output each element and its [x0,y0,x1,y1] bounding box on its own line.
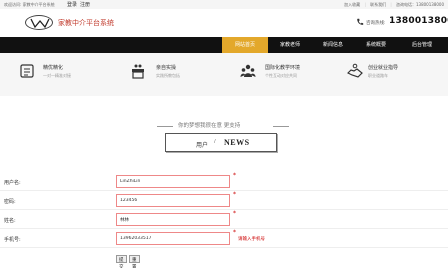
feature-item: 亲自实操 实践所教包括 [130,60,230,90]
section-title-box: 用户 / NEWS [165,133,277,152]
feature-title: 精优精化 [43,65,64,71]
reset-button[interactable]: 重置 [129,255,140,268]
section-title-en: NEWS [224,138,250,147]
nav-item-admin[interactable]: 后台管理 [398,37,446,53]
required-marker: * [233,229,236,236]
welcome-text: 欢迎访问: 家教中介平台系统 [4,2,55,7]
nav-item-overview[interactable]: 系统概要 [354,37,398,53]
required-marker: * [233,191,236,198]
feature-subtitle: 实践所教包括 [156,73,180,78]
register-link[interactable]: 注册 [80,2,90,8]
feature-title: 亲自实操 [156,65,177,71]
top-right-links: 加入收藏 | 联系我们 | 咨询电话：13800138000 [341,2,444,8]
nav-item-news[interactable]: 新闻信息 [312,37,354,53]
form-row-name: 姓名: * [0,210,448,229]
required-marker: * [233,172,236,179]
form-row-password: 密码: * [0,191,448,210]
slogan-divider-left [157,126,173,127]
username-label: 用户名: [4,180,21,186]
top-bar: 欢迎访问: 家教中介平台系统 登录 注册 加入收藏 | 联系我们 | 咨询电话：1… [0,0,448,9]
feature-item: 精优精化 一对一精准对接 [19,60,119,90]
phone-link[interactable]: 咨询电话：13800138000 [396,2,444,7]
handshake-icon [347,63,363,78]
divider: | [364,2,366,7]
feature-subtitle: 职业道路车 [368,73,388,78]
feature-subtitle: 个性互动对应共同 [265,73,297,78]
phone-icon [357,18,364,25]
document-icon [20,64,34,78]
phone-error-message: 请输入手机号 [238,237,265,242]
feature-strip: 精优精化 一对一精准对接 亲自实操 实践所教包括 国际化教学环境 个性互动对应共… [0,53,448,96]
site-header: 家教中介平台系统 咨询热线: 13800138000 [0,9,448,37]
name-label: 姓名: [4,218,16,224]
feature-item: 国际化教学环境 个性互动对应共同 [240,60,340,90]
form-row-phone: 手机号: * 请输入手机号 [0,229,448,248]
feature-subtitle: 一对一精准对接 [43,73,71,78]
feature-title: 创业就业指导 [368,65,399,71]
logo-icon [30,18,50,28]
people-group-icon [240,64,256,77]
feature-item: 创业就业指导 职业道路车 [347,60,447,90]
slogan-divider-right [273,126,289,127]
contact-link[interactable]: 联系我们 [370,2,386,7]
favorite-link[interactable]: 加入收藏 [344,2,360,7]
hotline-number: 13800138000 [389,16,448,26]
auth-links: 登录 注册 [67,1,93,8]
logo[interactable] [25,15,53,30]
nav-item-tutors[interactable]: 家教老师 [268,37,312,53]
phone-label: 手机号: [4,237,21,243]
divider: | [390,2,392,7]
submit-button[interactable]: 提交 [116,255,127,268]
main-nav: 网站首页 家教老师 新闻信息 系统概要 后台管理 [0,37,448,53]
feature-title: 国际化教学环境 [265,65,301,71]
nav-item-home[interactable]: 网站首页 [222,37,268,53]
password-label: 密码: [4,199,16,205]
username-input[interactable] [116,175,230,188]
phone-input[interactable] [116,232,230,245]
cake-icon [132,64,144,79]
section-title-separator: / [214,139,217,145]
slogan-text: 你的梦想我很在意 更支持 [178,123,241,129]
site-title: 家教中介平台系统 [58,19,114,27]
name-input[interactable] [116,213,230,226]
required-marker: * [233,210,236,217]
form-row-username: 用户名: * [0,172,448,191]
section-title-cn: 用户 [196,142,209,149]
hotline-label: 咨询热线: [366,21,386,26]
password-input[interactable] [116,194,230,207]
login-link[interactable]: 登录 [67,2,77,8]
